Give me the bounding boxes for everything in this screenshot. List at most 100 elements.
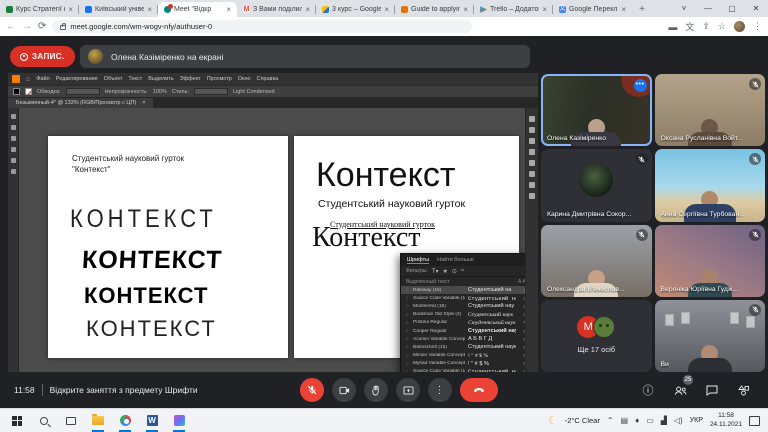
battery-tray-icon[interactable]: ▭	[646, 416, 654, 425]
participant-tile[interactable]: Вероніка Юріївна Гудж...	[655, 225, 766, 297]
font-row[interactable]: ☆Montserrat (18)Студентський науO	[401, 302, 531, 310]
illustrator-taskbar-icon[interactable]	[172, 413, 186, 429]
action-center-icon[interactable]	[749, 416, 760, 426]
bookmark-star-icon[interactable]: ☆	[718, 21, 726, 32]
tab-course[interactable]: Курс Стратегії н×	[0, 2, 79, 17]
card-icon[interactable]: ▬	[668, 22, 677, 32]
taskbar-search-icon[interactable]	[37, 413, 51, 429]
type-tool-icon[interactable]	[11, 147, 16, 152]
mic-tray-icon[interactable]: ♦	[635, 416, 639, 425]
close-icon[interactable]: ×	[384, 5, 389, 14]
file-explorer-icon[interactable]	[91, 413, 105, 429]
tab-trello[interactable]: Trello – Додаток×	[474, 2, 553, 17]
menu-view[interactable]: Просмотр	[207, 76, 232, 82]
tab-fonts[interactable]: Шрифты	[407, 257, 429, 264]
close-icon[interactable]: ×	[226, 5, 231, 14]
stroke-swatch[interactable]	[25, 88, 32, 95]
swatches-panel-icon[interactable]	[529, 127, 535, 133]
weather-moon-icon[interactable]: ☾	[548, 414, 558, 427]
close-icon[interactable]: ×	[305, 5, 310, 14]
tools-panel[interactable]	[8, 108, 19, 372]
zoom-tool-icon[interactable]	[11, 169, 16, 174]
translate-page-icon[interactable]: 文	[685, 20, 694, 33]
forward-icon[interactable]: →	[22, 21, 32, 32]
selected-text-label[interactable]: Выделенный текст	[406, 279, 450, 285]
self-view-tile[interactable]: Ви	[655, 300, 766, 372]
close-window-button[interactable]: ✕	[744, 4, 768, 13]
pen-tool-icon[interactable]	[11, 136, 16, 141]
tab-search-icon[interactable]: ˅	[672, 4, 696, 13]
back-icon[interactable]: ←	[6, 21, 16, 32]
tab-find-more[interactable]: Найти больше	[437, 257, 474, 263]
tab-meet-active[interactable]: Meet "Відкр×	[158, 2, 237, 17]
font-row[interactable]: ☆Pristina RegularСтудентський наукTt	[401, 319, 531, 327]
properties-panel-icon[interactable]	[529, 182, 535, 188]
maximize-button[interactable]: ▢	[720, 4, 744, 13]
libraries-panel-icon[interactable]	[529, 171, 535, 177]
font-row[interactable]: ☆Source Code Variable (14)Студентський н…	[401, 294, 531, 302]
menu-help[interactable]: Справка	[257, 76, 279, 82]
participant-tile[interactable]: Карина Дмитрівна Сокор...	[541, 149, 652, 221]
recent-icon[interactable]: ⊙	[452, 268, 457, 275]
volume-tray-icon[interactable]: ◁)	[674, 416, 683, 425]
overflow-participants-tile[interactable]: M Ще 17 осіб	[541, 300, 652, 372]
shape-tool-icon[interactable]	[11, 158, 16, 163]
chrome-taskbar-icon[interactable]	[118, 413, 132, 429]
artboards-panel-icon[interactable]	[529, 193, 535, 199]
font-row[interactable]: ☆Cooper RegularСтудентський наукO	[401, 327, 531, 335]
profile-avatar[interactable]	[734, 21, 745, 32]
paragraph-panel-icon[interactable]	[529, 160, 535, 166]
start-button[interactable]	[10, 413, 24, 429]
reload-icon[interactable]: ⟳	[38, 21, 46, 32]
more-options-button[interactable]: ⋮	[428, 378, 452, 402]
participant-tile[interactable]: ••• Олена Казіміренко	[541, 74, 652, 146]
word-taskbar-icon[interactable]: W	[145, 413, 159, 429]
fill-swatch[interactable]	[13, 88, 20, 95]
menu-type[interactable]: Текст	[128, 76, 142, 82]
home-icon[interactable]: ⌂	[26, 76, 30, 83]
layers-panel-icon[interactable]	[529, 138, 535, 144]
tab-guide[interactable]: Guide to applying×	[395, 2, 474, 17]
font-style-value[interactable]: Light Condensed	[233, 89, 275, 95]
activities-icon[interactable]	[736, 382, 752, 398]
font-row[interactable]: ☆Myriad Variable Concept (40)! " # $ %O	[401, 360, 531, 368]
direct-select-tool-icon[interactable]	[11, 125, 16, 130]
weather-text[interactable]: -2°C Clear	[565, 416, 600, 425]
font-row[interactable]: ☆Minion Variable Concept (16)! " # $ %O	[401, 352, 531, 360]
mic-mute-button[interactable]	[300, 378, 324, 402]
font-row[interactable]: ☆Bookman Old Style (4)Студентський наукO	[401, 311, 531, 319]
hidden-icons-chevron[interactable]: ⌃	[607, 416, 614, 425]
participant-tile[interactable]: Анна Сергіївна Турбован...	[655, 149, 766, 221]
filter-class-icon[interactable]: T▾	[432, 268, 439, 275]
close-icon[interactable]: ×	[463, 5, 468, 14]
taskbar-clock[interactable]: 11:58 24.11.2021	[710, 412, 742, 428]
close-icon[interactable]: ×	[621, 5, 626, 14]
network-tray-icon[interactable]: ▟	[661, 416, 667, 425]
menu-file[interactable]: Файл	[36, 76, 50, 82]
selection-tool-icon[interactable]	[11, 114, 16, 119]
browser-menu-icon[interactable]: ⋮	[753, 21, 762, 32]
url-input[interactable]: meet.google.com/wm-wogv-nfy/authuser-0	[52, 20, 472, 33]
menu-effect[interactable]: Эффект	[180, 76, 201, 82]
font-row[interactable]: ☆Acumin Variable Concept (91)А Б В Г ДO	[401, 335, 531, 343]
chat-icon[interactable]	[704, 382, 720, 398]
raise-hand-button[interactable]	[364, 378, 388, 402]
participant-tile[interactable]: Оксана Русланівна Войт...	[655, 74, 766, 146]
tile-more-options-button[interactable]: •••	[634, 79, 647, 92]
menu-select[interactable]: Выделить	[148, 76, 173, 82]
font-row[interactable]: ☆Bahnschrift (15)Студентський наук:O	[401, 343, 531, 351]
tab-drive[interactable]: 3 курс – Google×	[316, 2, 395, 17]
stroke-width-field[interactable]	[66, 88, 100, 95]
tab-university[interactable]: Київський універ×	[79, 2, 158, 17]
participant-tile[interactable]: Олександра В'ячеслав...	[541, 225, 652, 297]
menu-object[interactable]: Объект	[104, 76, 123, 82]
end-call-button[interactable]	[460, 378, 498, 402]
tab-translate[interactable]: 文Google Переклад×	[553, 2, 632, 17]
color-panel-icon[interactable]	[529, 116, 535, 122]
tab-gmail[interactable]: MЗ Вами поділили×	[237, 2, 316, 17]
close-doc-icon[interactable]: ×	[142, 100, 145, 106]
right-panel-dock[interactable]	[525, 108, 538, 372]
favorites-star-icon[interactable]: ★	[442, 268, 447, 275]
onedrive-tray-icon[interactable]: ▤	[621, 416, 629, 425]
style-field[interactable]	[194, 88, 228, 95]
